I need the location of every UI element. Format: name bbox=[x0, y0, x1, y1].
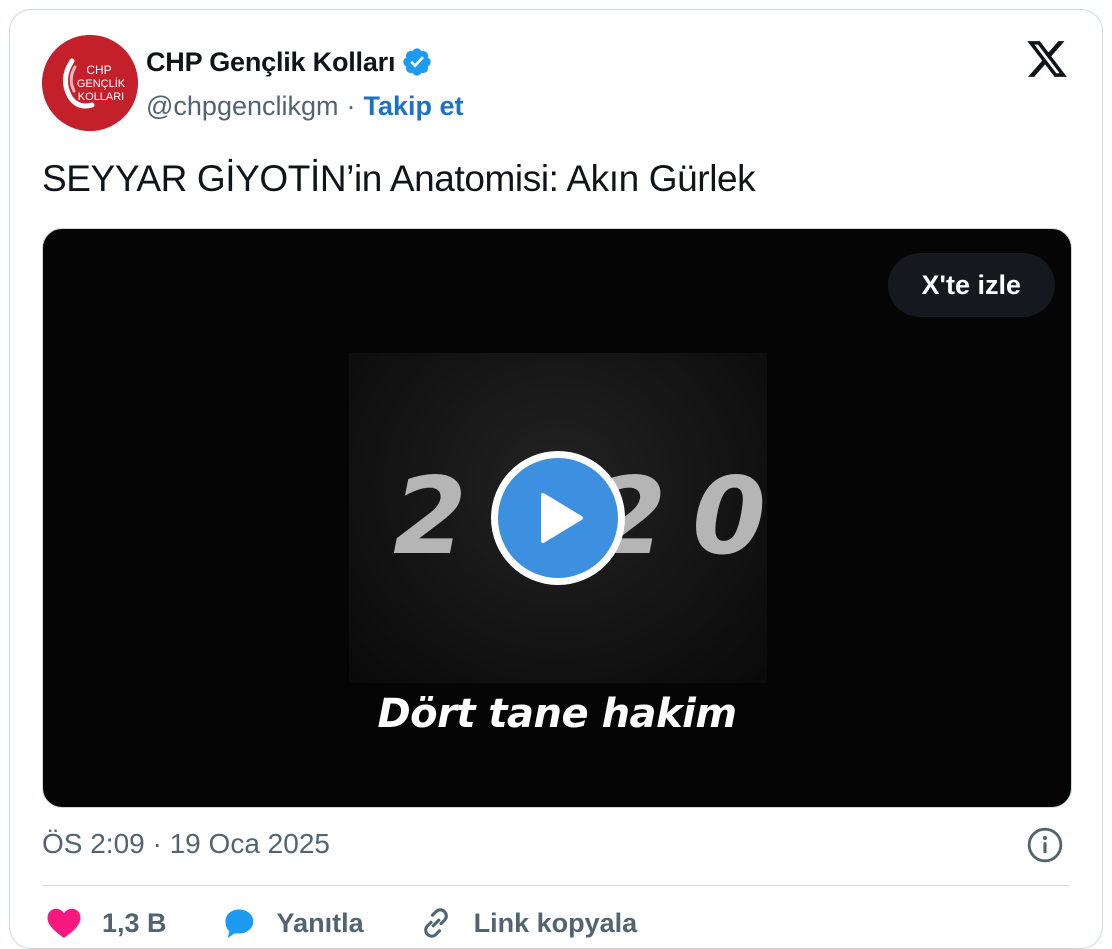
copy-link-label: Link kopyala bbox=[473, 907, 638, 938]
x-logo-icon[interactable] bbox=[1024, 37, 1070, 81]
video-frame-caption: Dört tane hakim bbox=[377, 691, 737, 737]
avatar[interactable]: CHP GENÇLİK KOLLARI bbox=[42, 35, 138, 131]
heart-icon bbox=[47, 908, 81, 938]
video-player[interactable]: 2020 Dört tane hakim X'te izle bbox=[42, 228, 1072, 808]
play-button[interactable] bbox=[491, 451, 625, 585]
svg-text:GENÇLİK: GENÇLİK bbox=[77, 77, 126, 90]
author-display-name[interactable]: CHP Gençlik Kolları bbox=[146, 47, 395, 78]
tweet-text: SEYYAR GİYOTİN’in Anatomisi: Akın Gürlek bbox=[42, 158, 756, 199]
reply-bubble-icon bbox=[225, 909, 253, 938]
link-icon bbox=[423, 908, 448, 938]
tweet-actions: 1,3 B Yanıtla Link kopyala bbox=[46, 906, 691, 940]
play-icon bbox=[541, 493, 583, 543]
copy-link-button[interactable]: Link kopyala bbox=[418, 906, 638, 940]
author-handle[interactable]: @chpgenclikgm bbox=[146, 91, 339, 122]
svg-text:CHP: CHP bbox=[86, 63, 111, 77]
svg-text:KOLLARI: KOLLARI bbox=[78, 91, 124, 103]
follow-button[interactable]: Takip et bbox=[364, 91, 464, 122]
reply-button[interactable]: Yanıtla bbox=[221, 906, 364, 940]
tweet-card: CHP GENÇLİK KOLLARI CHP Gençlik Kolları … bbox=[9, 9, 1103, 949]
like-count: 1,3 B bbox=[102, 907, 167, 938]
divider bbox=[42, 885, 1070, 886]
reply-label: Yanıtla bbox=[276, 907, 364, 938]
watch-on-x-button[interactable]: X'te izle bbox=[887, 253, 1055, 317]
tweet-timestamp[interactable]: ÖS 2:09 · 19 Oca 2025 bbox=[42, 828, 330, 860]
separator-dot: · bbox=[346, 90, 356, 121]
like-button[interactable]: 1,3 B bbox=[46, 906, 167, 940]
avatar-logo-icon: CHP GENÇLİK KOLLARI bbox=[42, 35, 138, 131]
verified-badge-icon bbox=[403, 48, 431, 76]
info-icon[interactable] bbox=[1026, 826, 1064, 864]
author-name-row: CHP Gençlik Kolları bbox=[146, 44, 433, 80]
author-handle-row: @chpgenclikgm · Takip et bbox=[146, 88, 464, 124]
